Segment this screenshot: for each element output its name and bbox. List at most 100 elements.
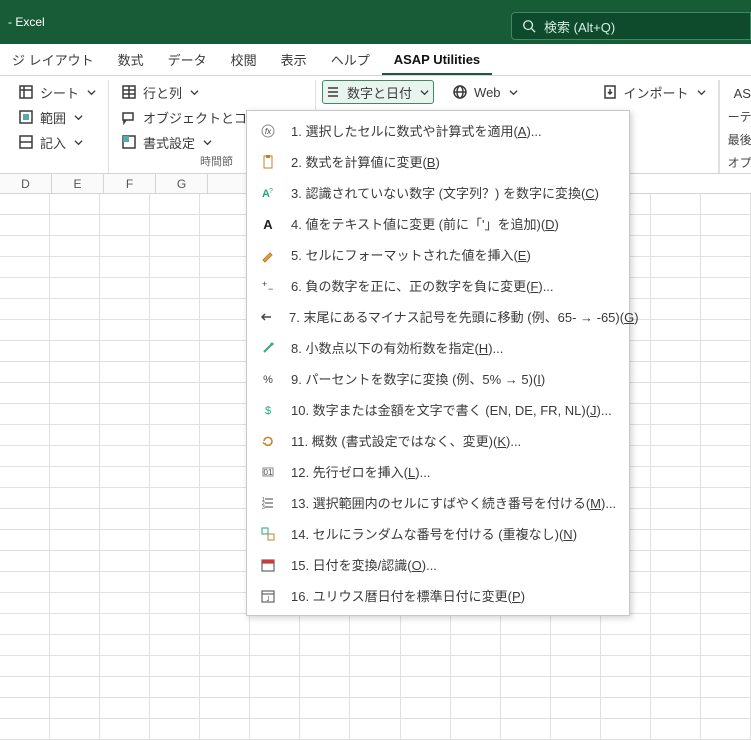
record-button[interactable]: 記入 [12, 130, 102, 154]
cell[interactable] [200, 425, 250, 445]
cell[interactable] [0, 467, 50, 487]
cell[interactable] [200, 194, 250, 214]
cell[interactable] [651, 572, 701, 592]
cell[interactable] [350, 719, 400, 739]
cell[interactable] [701, 278, 751, 298]
column-header[interactable]: F [104, 174, 156, 193]
cell[interactable] [200, 215, 250, 235]
cell[interactable] [100, 698, 150, 718]
cell[interactable] [651, 446, 701, 466]
cell[interactable] [401, 635, 451, 655]
cell[interactable] [701, 320, 751, 340]
cell[interactable] [651, 320, 701, 340]
cell[interactable] [0, 320, 50, 340]
cell[interactable] [0, 446, 50, 466]
cell[interactable] [701, 404, 751, 424]
cell[interactable] [200, 677, 250, 697]
cell[interactable] [551, 698, 601, 718]
cell[interactable] [701, 488, 751, 508]
cell[interactable] [701, 341, 751, 361]
cell[interactable] [200, 362, 250, 382]
cell[interactable] [100, 614, 150, 634]
cell[interactable] [50, 719, 100, 739]
cell[interactable] [250, 719, 300, 739]
cell[interactable] [150, 509, 200, 529]
cell[interactable] [0, 719, 50, 739]
cell[interactable] [50, 215, 100, 235]
cell[interactable] [350, 677, 400, 697]
cell[interactable] [100, 299, 150, 319]
cell[interactable] [150, 467, 200, 487]
cell[interactable] [200, 530, 250, 550]
search-box[interactable]: 検索 (Alt+Q) [511, 12, 751, 40]
cell[interactable] [200, 383, 250, 403]
cell[interactable] [50, 194, 100, 214]
cell[interactable] [0, 425, 50, 445]
cell[interactable] [401, 656, 451, 676]
cell[interactable] [701, 236, 751, 256]
cell[interactable] [100, 509, 150, 529]
rowcol-button[interactable]: 行と列 [115, 80, 309, 104]
cell[interactable] [0, 509, 50, 529]
cell[interactable] [701, 614, 751, 634]
tab-view[interactable]: 表示 [269, 43, 319, 75]
cell[interactable] [651, 593, 701, 613]
cell[interactable] [300, 677, 350, 697]
cell[interactable] [50, 467, 100, 487]
table-row[interactable] [0, 656, 751, 677]
cell[interactable] [501, 698, 551, 718]
cell[interactable] [100, 467, 150, 487]
cell[interactable] [250, 614, 300, 634]
cell[interactable] [50, 635, 100, 655]
cell[interactable] [0, 530, 50, 550]
cell[interactable] [651, 719, 701, 739]
menu-item[interactable]: 2. 数式を計算値に変更(B) [247, 146, 629, 177]
range-button[interactable]: 範囲 [12, 105, 102, 129]
cell[interactable] [200, 404, 250, 424]
menu-item[interactable]: 7. 末尾にあるマイナス記号を先頭に移動 (例、65- → -65)(G) [247, 301, 629, 332]
cell[interactable] [0, 362, 50, 382]
cell[interactable] [100, 236, 150, 256]
cell[interactable] [200, 320, 250, 340]
cell[interactable] [150, 320, 200, 340]
table-row[interactable] [0, 635, 751, 656]
menu-item[interactable]: +−6. 負の数字を正に、正の数字を負に変更(F)... [247, 270, 629, 301]
cell[interactable] [150, 194, 200, 214]
table-row[interactable] [0, 614, 751, 635]
cell[interactable] [300, 614, 350, 634]
cell[interactable] [250, 656, 300, 676]
cell[interactable] [551, 677, 601, 697]
menu-item[interactable]: 12313. 選択範囲内のセルにすばやく続き番号を付ける(M)... [247, 487, 629, 518]
menu-item[interactable]: %9. パーセントを数字に変換 (例、5% → 5)(I) [247, 363, 629, 394]
cell[interactable] [200, 257, 250, 277]
cell[interactable] [100, 257, 150, 277]
tab-help[interactable]: ヘルプ [319, 43, 382, 75]
cell[interactable] [651, 677, 701, 697]
cell[interactable] [200, 614, 250, 634]
cell[interactable] [451, 719, 501, 739]
menu-item[interactable]: A4. 値をテキスト値に変更 (前に「'」を追加)(D) [247, 208, 629, 239]
cell[interactable] [250, 698, 300, 718]
tab-formulas[interactable]: 数式 [106, 43, 156, 75]
cell[interactable] [651, 299, 701, 319]
cell[interactable] [100, 362, 150, 382]
cell[interactable] [50, 614, 100, 634]
cell[interactable] [551, 719, 601, 739]
cell[interactable] [200, 593, 250, 613]
cell[interactable] [50, 404, 100, 424]
cell[interactable] [701, 530, 751, 550]
recent-tool-item[interactable]: 最後に使用したツールを再 [726, 128, 751, 150]
cell[interactable] [50, 383, 100, 403]
cell[interactable] [200, 278, 250, 298]
cell[interactable] [701, 299, 751, 319]
cell[interactable] [601, 719, 651, 739]
menu-item[interactable]: fx1. 選択したセルに数式や計算式を適用(A)... [247, 115, 629, 146]
cell[interactable] [150, 698, 200, 718]
menu-item[interactable]: 15. 日付を変換/認識(O)... [247, 549, 629, 580]
cell[interactable] [150, 362, 200, 382]
cell[interactable] [50, 698, 100, 718]
cell[interactable] [150, 677, 200, 697]
cell[interactable] [200, 509, 250, 529]
cell[interactable] [501, 677, 551, 697]
table-row[interactable] [0, 719, 751, 740]
